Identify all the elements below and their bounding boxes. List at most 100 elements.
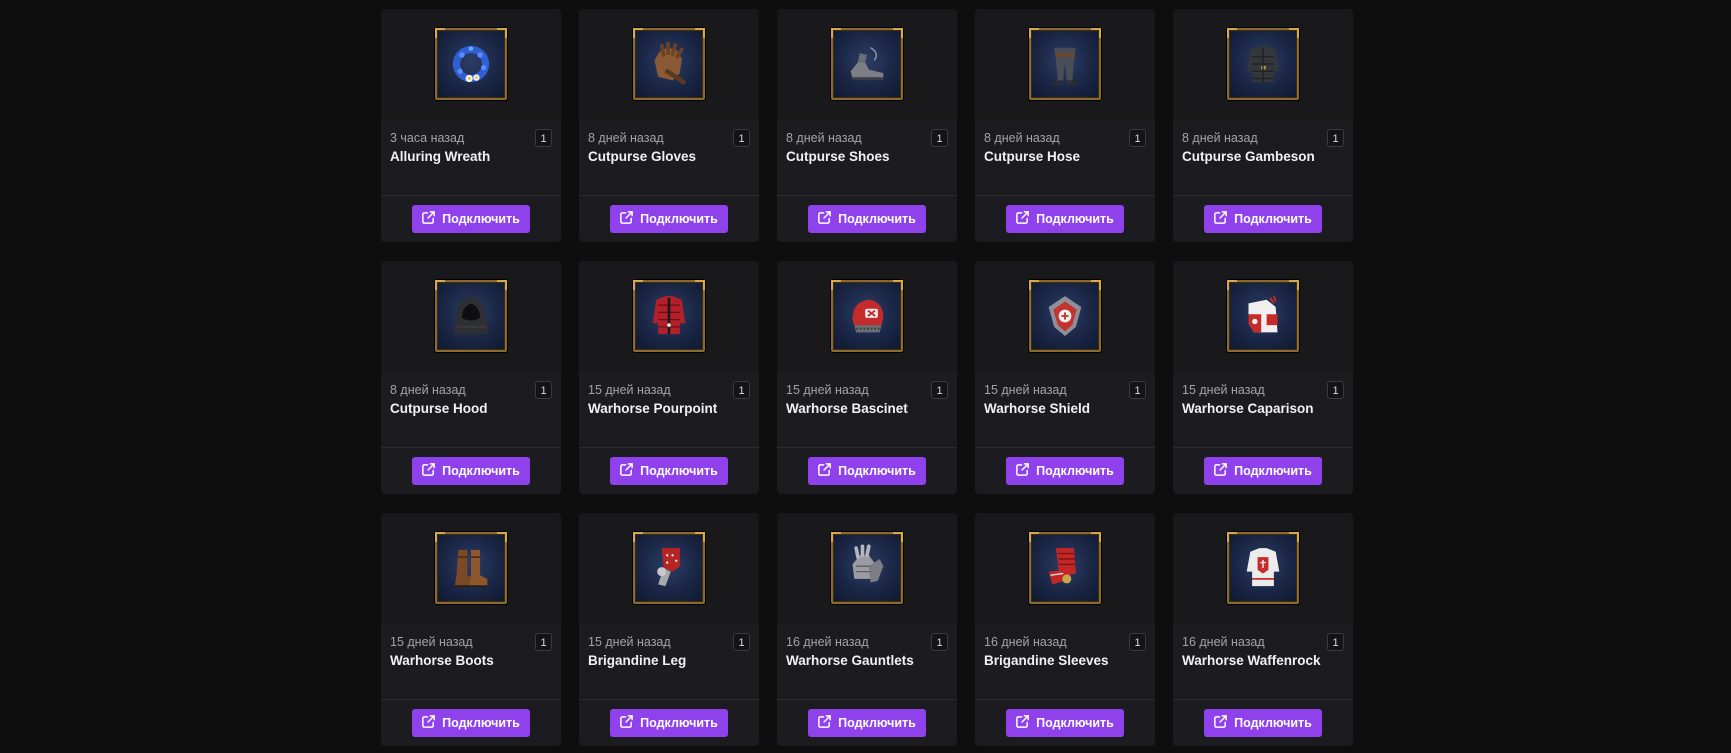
external-link-icon: [1213, 462, 1228, 480]
item-time: 15 дней назад: [786, 383, 869, 397]
item-name: Warhorse Bascinet: [786, 401, 908, 416]
connect-button[interactable]: Подключить: [1204, 205, 1322, 233]
item-count-badge: 1: [733, 633, 750, 651]
item-count-badge: 1: [1129, 381, 1146, 399]
inventory-grid: 3 часа назад Alluring Wreath 1 Подключит…: [381, 9, 1353, 746]
gloves-icon: [633, 28, 705, 100]
item-time: 8 дней назад: [786, 131, 862, 145]
item-info: 15 дней назад Warhorse Caparison 1: [1173, 371, 1353, 448]
item-card: 8 дней назад Cutpurse Gambeson 1 Подключ…: [1173, 9, 1353, 242]
item-info: 16 дней назад Brigandine Sleeves 1: [975, 623, 1155, 700]
item-card: 15 дней назад Warhorse Shield 1 Подключи…: [975, 261, 1155, 494]
external-link-icon: [421, 210, 436, 228]
item-image-area: [777, 513, 957, 623]
item-info: 8 дней назад Cutpurse Shoes 1: [777, 119, 957, 196]
item-name: Brigandine Leg: [588, 653, 687, 668]
connect-button-label: Подключить: [838, 212, 916, 226]
connect-button-label: Подключить: [1036, 212, 1114, 226]
item-card: 16 дней назад Warhorse Waffenrock 1 Подк…: [1173, 513, 1353, 746]
item-card: 8 дней назад Cutpurse Hose 1 Подключить: [975, 9, 1155, 242]
gambeson-icon: [1227, 28, 1299, 100]
waffenrock-icon: [1227, 532, 1299, 604]
item-count-badge: 1: [1327, 381, 1344, 399]
shield-icon: [1029, 280, 1101, 352]
item-info: 15 дней назад Brigandine Leg 1: [579, 623, 759, 700]
external-link-icon: [1213, 714, 1228, 732]
item-count-badge: 1: [535, 633, 552, 651]
caparison-icon: [1227, 280, 1299, 352]
connect-button[interactable]: Подключить: [1006, 205, 1124, 233]
item-info: 8 дней назад Cutpurse Gloves 1: [579, 119, 759, 196]
item-card: 16 дней назад Brigandine Sleeves 1 Подкл…: [975, 513, 1155, 746]
item-footer: Подключить: [1173, 448, 1353, 494]
item-footer: Подключить: [381, 700, 561, 746]
item-image-area: [1173, 9, 1353, 119]
item-time: 16 дней назад: [786, 635, 869, 649]
item-name: Warhorse Caparison: [1182, 401, 1314, 416]
item-name: Cutpurse Gambeson: [1182, 149, 1315, 164]
connect-button[interactable]: Подключить: [412, 709, 530, 737]
item-count-badge: 1: [733, 381, 750, 399]
connect-button[interactable]: Подключить: [610, 205, 728, 233]
connect-button[interactable]: Подключить: [412, 205, 530, 233]
hood-icon: [435, 280, 507, 352]
item-count-badge: 1: [1327, 129, 1344, 147]
item-info: 8 дней назад Cutpurse Hood 1: [381, 371, 561, 448]
item-name: Cutpurse Shoes: [786, 149, 890, 164]
item-info: 16 дней назад Warhorse Gauntlets 1: [777, 623, 957, 700]
item-count-badge: 1: [535, 381, 552, 399]
item-name: Alluring Wreath: [390, 149, 491, 164]
item-info: 15 дней назад Warhorse Boots 1: [381, 623, 561, 700]
connect-button[interactable]: Подключить: [808, 205, 926, 233]
connect-button-label: Подключить: [1036, 716, 1114, 730]
item-card: 3 часа назад Alluring Wreath 1 Подключит…: [381, 9, 561, 242]
connect-button-label: Подключить: [442, 212, 520, 226]
connect-button[interactable]: Подключить: [610, 709, 728, 737]
external-link-icon: [1015, 462, 1030, 480]
connect-button[interactable]: Подключить: [808, 709, 926, 737]
item-time: 8 дней назад: [1182, 131, 1258, 145]
item-footer: Подключить: [777, 700, 957, 746]
connect-button[interactable]: Подключить: [1006, 709, 1124, 737]
item-footer: Подключить: [579, 196, 759, 242]
connect-button[interactable]: Подключить: [1204, 709, 1322, 737]
item-name: Cutpurse Gloves: [588, 149, 697, 164]
connect-button[interactable]: Подключить: [1006, 457, 1124, 485]
external-link-icon: [817, 714, 832, 732]
shoes-icon: [831, 28, 903, 100]
connect-button[interactable]: Подключить: [808, 457, 926, 485]
sleeves-icon: [1029, 532, 1101, 604]
item-image-area: [579, 261, 759, 371]
connect-button-label: Подключить: [1234, 212, 1312, 226]
boots-icon: [435, 532, 507, 604]
item-time: 8 дней назад: [984, 131, 1060, 145]
item-card: 8 дней назад Cutpurse Hood 1 Подключить: [381, 261, 561, 494]
item-image-area: [777, 9, 957, 119]
item-image-area: [975, 261, 1155, 371]
wreath-icon: [435, 28, 507, 100]
item-time: 16 дней назад: [1182, 635, 1265, 649]
connect-button-label: Подключить: [1234, 464, 1312, 478]
item-footer: Подключить: [777, 448, 957, 494]
connect-button-label: Подключить: [640, 464, 718, 478]
item-footer: Подключить: [975, 448, 1155, 494]
connect-button[interactable]: Подключить: [412, 457, 530, 485]
item-footer: Подключить: [1173, 700, 1353, 746]
item-card: 8 дней назад Cutpurse Gloves 1 Подключит…: [579, 9, 759, 242]
item-name: Warhorse Pourpoint: [588, 401, 718, 416]
item-footer: Подключить: [381, 196, 561, 242]
external-link-icon: [421, 462, 436, 480]
item-info: 15 дней назад Warhorse Shield 1: [975, 371, 1155, 448]
item-name: Warhorse Shield: [984, 401, 1091, 416]
item-card: 15 дней назад Warhorse Caparison 1 Подкл…: [1173, 261, 1353, 494]
item-count-badge: 1: [1129, 633, 1146, 651]
connect-button[interactable]: Подключить: [1204, 457, 1322, 485]
item-time: 16 дней назад: [984, 635, 1067, 649]
item-card: 8 дней назад Cutpurse Shoes 1 Подключить: [777, 9, 957, 242]
item-card: 15 дней назад Warhorse Bascinet 1 Подклю…: [777, 261, 957, 494]
item-info: 8 дней назад Cutpurse Hose 1: [975, 119, 1155, 196]
item-count-badge: 1: [931, 129, 948, 147]
item-card: 16 дней назад Warhorse Gauntlets 1 Подкл…: [777, 513, 957, 746]
connect-button[interactable]: Подключить: [610, 457, 728, 485]
item-footer: Подключить: [975, 196, 1155, 242]
